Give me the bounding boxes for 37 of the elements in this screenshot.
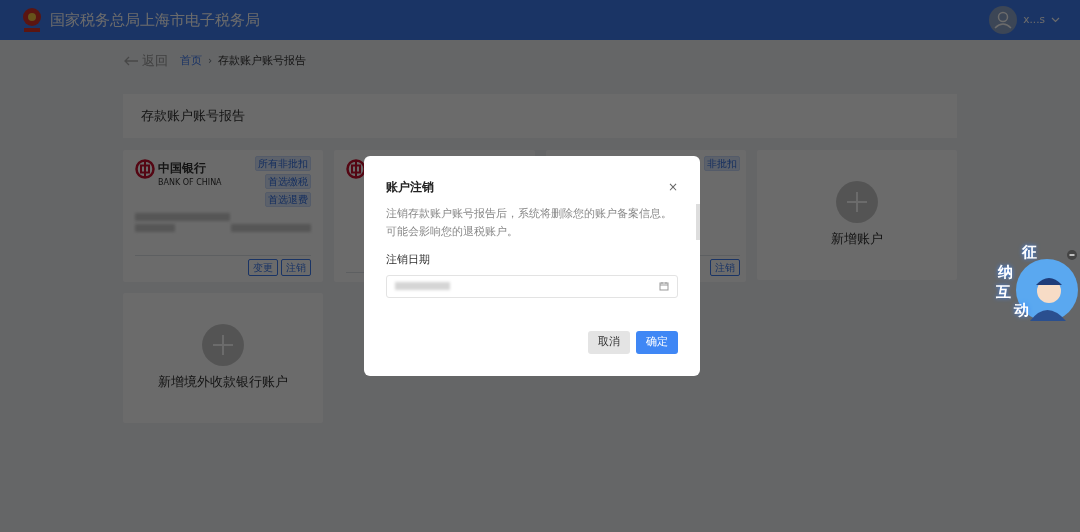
bank-name: 中国银行 — [158, 160, 207, 177]
minimize-icon[interactable] — [1067, 250, 1077, 260]
calendar-icon[interactable] — [659, 281, 669, 291]
breadcrumb-separator: › — [208, 53, 213, 69]
account-action-button[interactable]: 变更 — [248, 259, 279, 276]
widget-character: 征 — [1022, 242, 1037, 263]
account-tag: 首选缴税 — [265, 174, 312, 189]
breadcrumb-current: 存款账户账号报告 — [218, 53, 307, 69]
dialog-title: 账户注销 — [386, 179, 434, 196]
account-action-button[interactable]: 注销 — [281, 259, 312, 276]
close-button[interactable]: × — [667, 181, 678, 193]
add-account-card[interactable]: 新增账户 — [756, 150, 957, 280]
avatar-icon[interactable] — [989, 6, 1018, 34]
widget-character: 纳 — [998, 262, 1013, 283]
widget-character: 互 — [996, 282, 1011, 303]
account-tag: 首选退费 — [265, 192, 312, 207]
widget-character: 动 — [1014, 300, 1029, 321]
breadcrumb-link[interactable]: 首页 — [180, 53, 202, 69]
field-label: 注销日期 — [386, 252, 431, 268]
chevron-down-icon[interactable] — [1051, 17, 1060, 23]
emblem-icon — [20, 6, 44, 34]
account-tag: 非批扣 — [703, 156, 740, 171]
user-name[interactable]: x...s — [1023, 12, 1045, 28]
account-tag: 所有非批扣 — [255, 156, 312, 171]
add-account-label: 新增境外收款银行账户 — [158, 373, 289, 392]
cancel-button[interactable]: 取消 — [588, 331, 630, 354]
account-action-button[interactable]: 注销 — [709, 259, 740, 276]
back-arrow-icon — [123, 56, 139, 66]
date-field[interactable] — [386, 274, 678, 298]
add-account-card[interactable]: 新增境外收款银行账户 — [123, 293, 324, 423]
add-account-label: 新增账户 — [830, 230, 883, 249]
dialog-message: 注销存款账户账号报告后，系统将删除您的账户备案信息。可能会影响您的退税账户。 — [386, 206, 673, 239]
confirm-button[interactable]: 确定 — [636, 331, 678, 354]
site-title: 国家税务总局上海市电子税务局 — [50, 9, 260, 31]
bank-name-english: BANK OF CHINA — [158, 177, 222, 189]
scrollbar-thumb[interactable] — [696, 204, 700, 240]
page-title: 存款账户账号报告 — [141, 107, 245, 126]
